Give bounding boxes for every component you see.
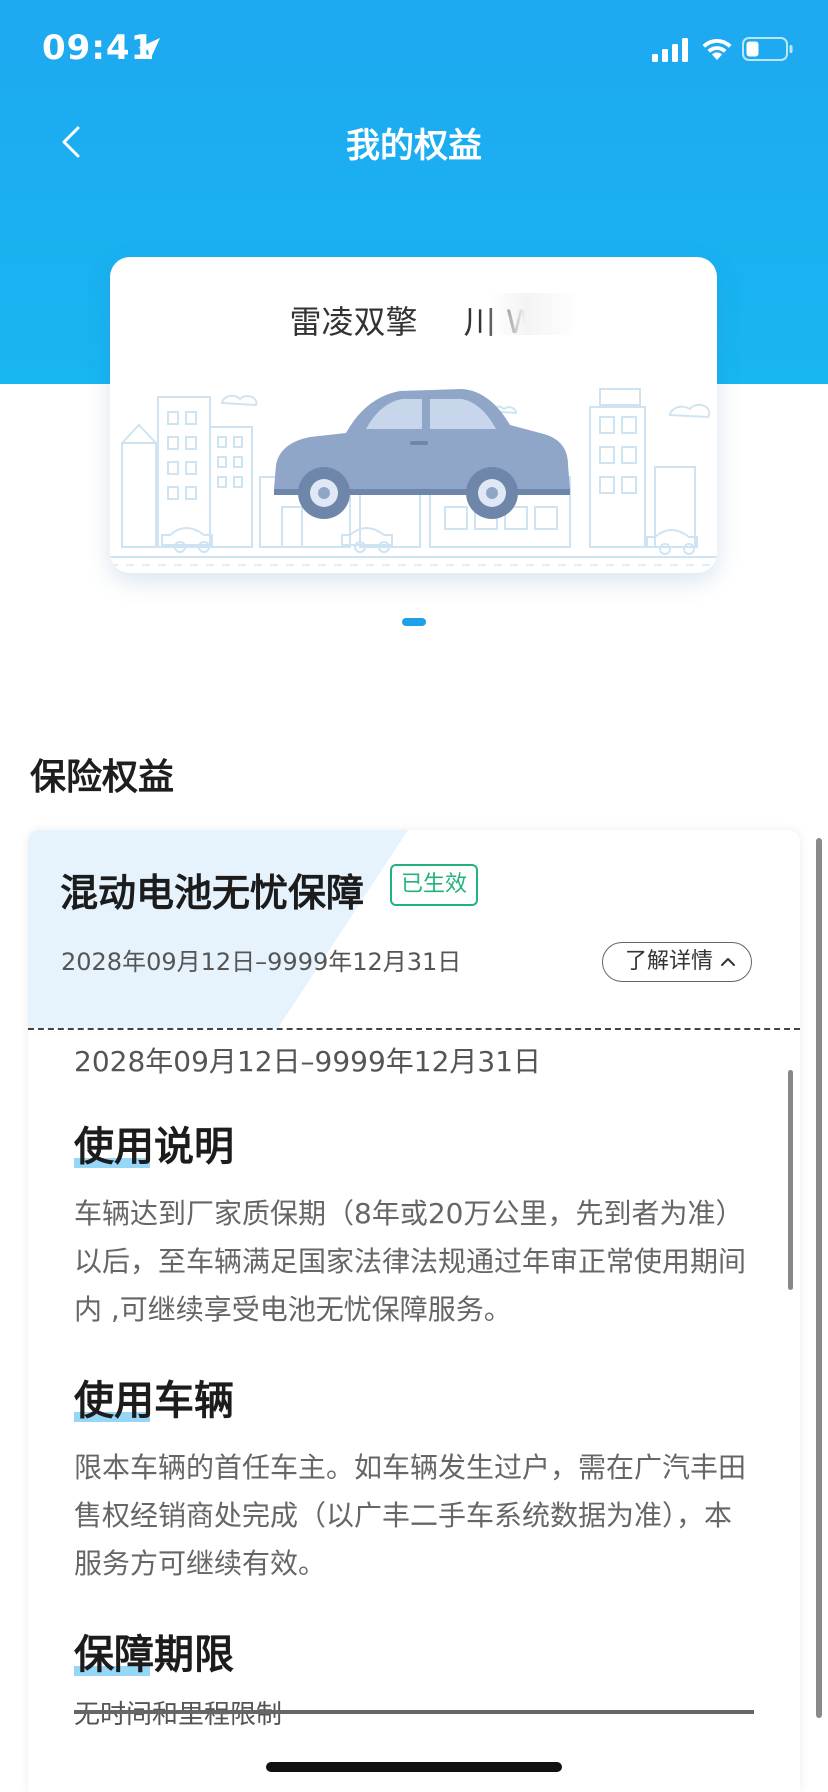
- page-scrollbar[interactable]: [816, 838, 822, 1718]
- benefit-card: 混动电池无忧保障 已生效 2028年09月12日–9999年12月31日 了解详…: [28, 830, 800, 1792]
- details-button-label: 了解详情: [625, 949, 714, 974]
- overlay-line: [74, 1710, 754, 1714]
- usage-instructions-heading: 使用说明: [74, 1124, 234, 1170]
- benefit-name: 混动电池无忧保障: [60, 871, 365, 915]
- benefit-period: 2028年09月12日–9999年12月31日: [61, 948, 462, 976]
- car-card[interactable]: 雷凌双擎 川 W: [110, 257, 717, 573]
- section-title: 保险权益: [30, 757, 175, 798]
- battery-icon: [742, 37, 793, 61]
- location-arrow-icon: [138, 38, 160, 60]
- eligible-vehicle-text: 限本车辆的首任车主。如车辆发生过户，需在广汽丰田售权经销商处完成（以广丰二手车系…: [74, 1451, 747, 1580]
- cellular-signal-icon: [652, 38, 688, 62]
- benefit-details: 2028年09月12日–9999年12月31日 使用说明 车辆达到厂家质保期（8…: [74, 1040, 754, 1731]
- page-title: 我的权益: [346, 126, 482, 166]
- status-badge: 已生效: [390, 864, 479, 906]
- usage-instructions-text: 车辆达到厂家质保期（8年或20万公里，先到者为准）以后，至车辆满足国家法律法规通…: [74, 1197, 747, 1326]
- city-car-illustration: [110, 388, 717, 566]
- details-scrollbar[interactable]: [788, 1070, 793, 1290]
- detail-period: 2028年09月12日–9999年12月31日: [74, 1045, 542, 1078]
- status-bar: 09:41: [0, 0, 828, 100]
- chevron-up-icon: [721, 958, 735, 966]
- car-model: 雷凌双擎: [289, 303, 418, 341]
- coverage-period-text: 无时间和里程限制: [74, 1694, 754, 1731]
- wifi-icon: [702, 38, 732, 60]
- carousel-page-indicator: [402, 618, 426, 626]
- details-button[interactable]: 了解详情: [602, 942, 752, 982]
- car-title-row: 雷凌双擎 川 W: [110, 297, 717, 343]
- coverage-period-heading: 保障期限: [74, 1632, 234, 1678]
- eligible-vehicle-heading: 使用车辆: [74, 1378, 234, 1424]
- benefit-header-background: [28, 830, 408, 1028]
- plate-mask: [490, 293, 580, 335]
- dashed-divider: [28, 1028, 800, 1030]
- home-indicator[interactable]: [266, 1762, 562, 1772]
